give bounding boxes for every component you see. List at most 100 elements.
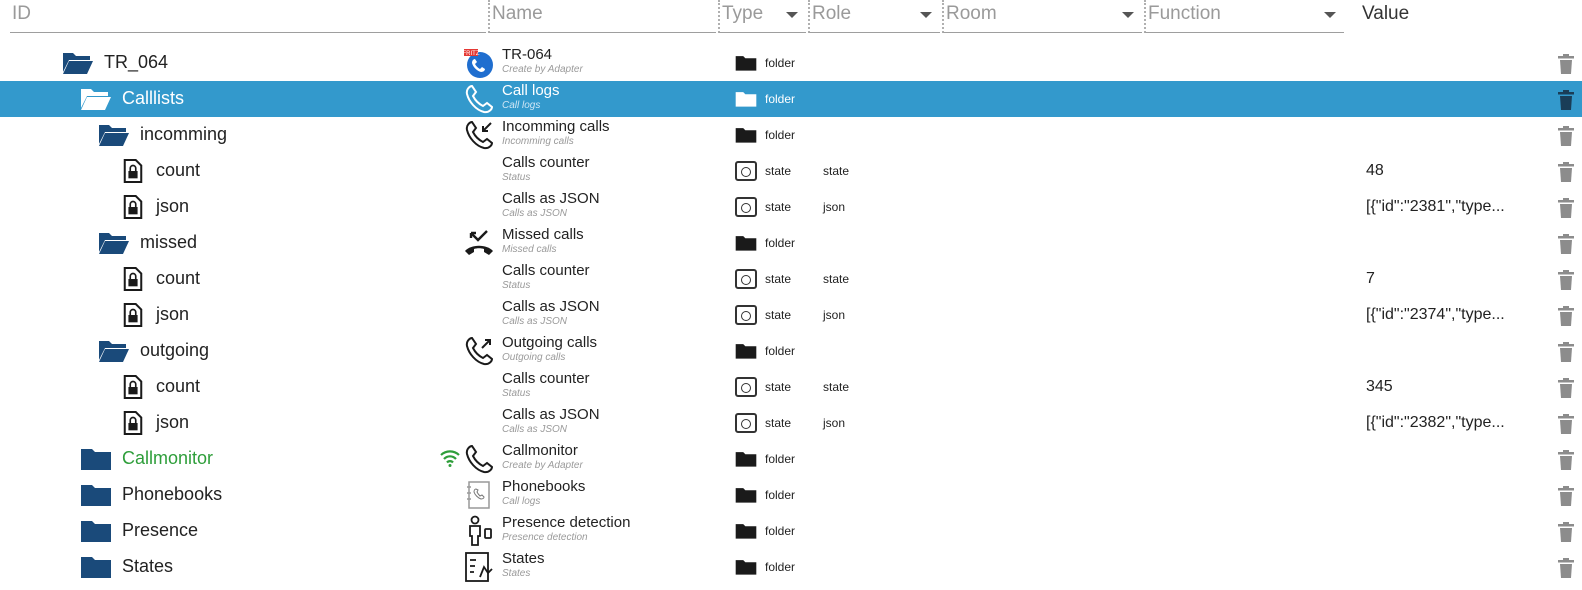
tree-item-label[interactable]: Calllists (122, 88, 184, 109)
trash-icon[interactable] (1557, 54, 1575, 74)
trash-icon[interactable] (1557, 414, 1575, 434)
object-name: Calls as JSON (502, 298, 600, 315)
trash-icon[interactable] (1557, 342, 1575, 362)
object-description: Outgoing calls (502, 352, 566, 363)
name-cell: Presence detection Presence detection (502, 514, 630, 544)
tree-item-label[interactable]: TR_064 (104, 52, 168, 73)
type-header-label: Type (722, 3, 764, 24)
trash-icon[interactable] (1557, 522, 1575, 542)
file-lock-icon[interactable] (122, 194, 144, 220)
trash-icon[interactable] (1557, 450, 1575, 470)
state-value[interactable]: 7 (1366, 270, 1375, 288)
table-row[interactable]: Presence Presence detection Presence det… (0, 513, 1582, 549)
tree-item-label[interactable]: count (156, 268, 200, 289)
tree-item-label[interactable]: Callmonitor (122, 448, 213, 469)
name-filter[interactable]: Name (488, 0, 716, 33)
tree-item-label[interactable]: missed (140, 232, 197, 253)
folder-open-icon[interactable] (98, 338, 130, 364)
type-label: state (765, 416, 792, 430)
object-name: TR-064 (502, 46, 553, 63)
trash-icon[interactable] (1557, 378, 1575, 398)
tree-item-label[interactable]: count (156, 160, 200, 181)
table-row[interactable]: missed Missed calls Missed calls folder (0, 225, 1582, 261)
tree-item-label[interactable]: Phonebooks (122, 484, 222, 505)
name-cell: Calls counter Status (502, 262, 590, 292)
state-value[interactable]: 345 (1366, 378, 1393, 396)
state-value[interactable]: 48 (1366, 162, 1384, 180)
object-name: Calls counter (502, 262, 590, 279)
trash-icon[interactable] (1557, 558, 1575, 578)
name-cell: Calls as JSON Calls as JSON (502, 190, 600, 220)
folder-open-icon[interactable] (98, 122, 130, 148)
tree-item-label[interactable]: States (122, 556, 173, 577)
object-description: Create by Adapter (502, 64, 583, 75)
name-cell: Outgoing calls Outgoing calls (502, 334, 597, 364)
trash-icon[interactable] (1557, 486, 1575, 506)
name-cell: TR-064 Create by Adapter (502, 46, 583, 76)
table-row[interactable]: json Calls as JSON Calls as JSON state js… (0, 189, 1582, 225)
phone-icon (463, 83, 495, 115)
tree-item-label[interactable]: json (156, 304, 189, 325)
trash-icon[interactable] (1557, 270, 1575, 290)
table-row[interactable]: States States States folder (0, 549, 1582, 585)
room-filter[interactable]: Room (942, 0, 1142, 33)
folder-open-icon[interactable] (98, 230, 130, 256)
state-value[interactable]: [{"id":"2374","type... (1366, 306, 1505, 324)
fritzbox-logo (463, 47, 495, 79)
folder-closed-icon (735, 53, 757, 73)
wifi-icon (440, 449, 460, 467)
table-row[interactable]: count Calls counter Status state state 7 (0, 261, 1582, 297)
table-row[interactable]: count Calls counter Status state state 48 (0, 153, 1582, 189)
table-row[interactable]: TR_064 TR-064 Create by Adapter folder (0, 45, 1582, 81)
trash-icon[interactable] (1557, 198, 1575, 218)
tree-item-label[interactable]: json (156, 196, 189, 217)
value-header-label: Value (1362, 3, 1410, 24)
tree-item-label[interactable]: Presence (122, 520, 198, 541)
trash-icon[interactable] (1557, 234, 1575, 254)
role-filter[interactable]: Role (808, 0, 940, 33)
trash-icon[interactable] (1557, 90, 1575, 110)
table-row[interactable]: Phonebooks Phonebooks Call logs folder (0, 477, 1582, 513)
table-row[interactable]: json Calls as JSON Calls as JSON state js… (0, 405, 1582, 441)
tree-item-label[interactable]: incomming (140, 124, 227, 145)
state-icon (735, 305, 757, 325)
state-value[interactable]: [{"id":"2381","type... (1366, 198, 1505, 216)
trash-icon[interactable] (1557, 306, 1575, 326)
state-value[interactable]: [{"id":"2382","type... (1366, 414, 1505, 432)
type-label: folder (765, 524, 796, 538)
function-filter[interactable]: Function (1144, 0, 1344, 33)
folder-closed-icon[interactable] (80, 554, 112, 580)
trash-icon[interactable] (1557, 162, 1575, 182)
tree-item-label[interactable]: count (156, 376, 200, 397)
tree-item-label[interactable]: json (156, 412, 189, 433)
table-row[interactable]: Callmonitor Callmonitor Create by Adapte… (0, 441, 1582, 477)
type-label: folder (765, 452, 796, 466)
table-row[interactable]: count Calls counter Status state state 345 (0, 369, 1582, 405)
phone-missed-icon (463, 227, 495, 259)
table-row[interactable]: json Calls as JSON Calls as JSON state js… (0, 297, 1582, 333)
folder-closed-icon[interactable] (80, 446, 112, 472)
type-filter[interactable]: Type (718, 0, 806, 33)
trash-icon[interactable] (1557, 126, 1575, 146)
table-row[interactable]: Calllists Call logs Call logs folder (0, 81, 1582, 117)
folder-open-icon[interactable] (62, 50, 94, 76)
type-label: folder (765, 128, 796, 142)
file-lock-icon[interactable] (122, 302, 144, 328)
type-label: folder (765, 56, 796, 70)
tree-item-label[interactable]: outgoing (140, 340, 209, 361)
name-cell: Calls as JSON Calls as JSON (502, 298, 600, 328)
id-filter[interactable]: ID (10, 0, 486, 33)
table-row[interactable]: outgoing Outgoing calls Outgoing calls f… (0, 333, 1582, 369)
function-header-label: Function (1148, 3, 1221, 24)
table-row[interactable]: incomming Incomming calls Incomming call… (0, 117, 1582, 153)
object-name: Incomming calls (502, 118, 610, 135)
states-icon (463, 551, 495, 583)
file-lock-icon[interactable] (122, 374, 144, 400)
file-lock-icon[interactable] (122, 158, 144, 184)
file-lock-icon[interactable] (122, 266, 144, 292)
folder-open-icon[interactable] (80, 86, 112, 112)
name-cell: Calls counter Status (502, 370, 590, 400)
folder-closed-icon[interactable] (80, 518, 112, 544)
folder-closed-icon[interactable] (80, 482, 112, 508)
file-lock-icon[interactable] (122, 410, 144, 436)
